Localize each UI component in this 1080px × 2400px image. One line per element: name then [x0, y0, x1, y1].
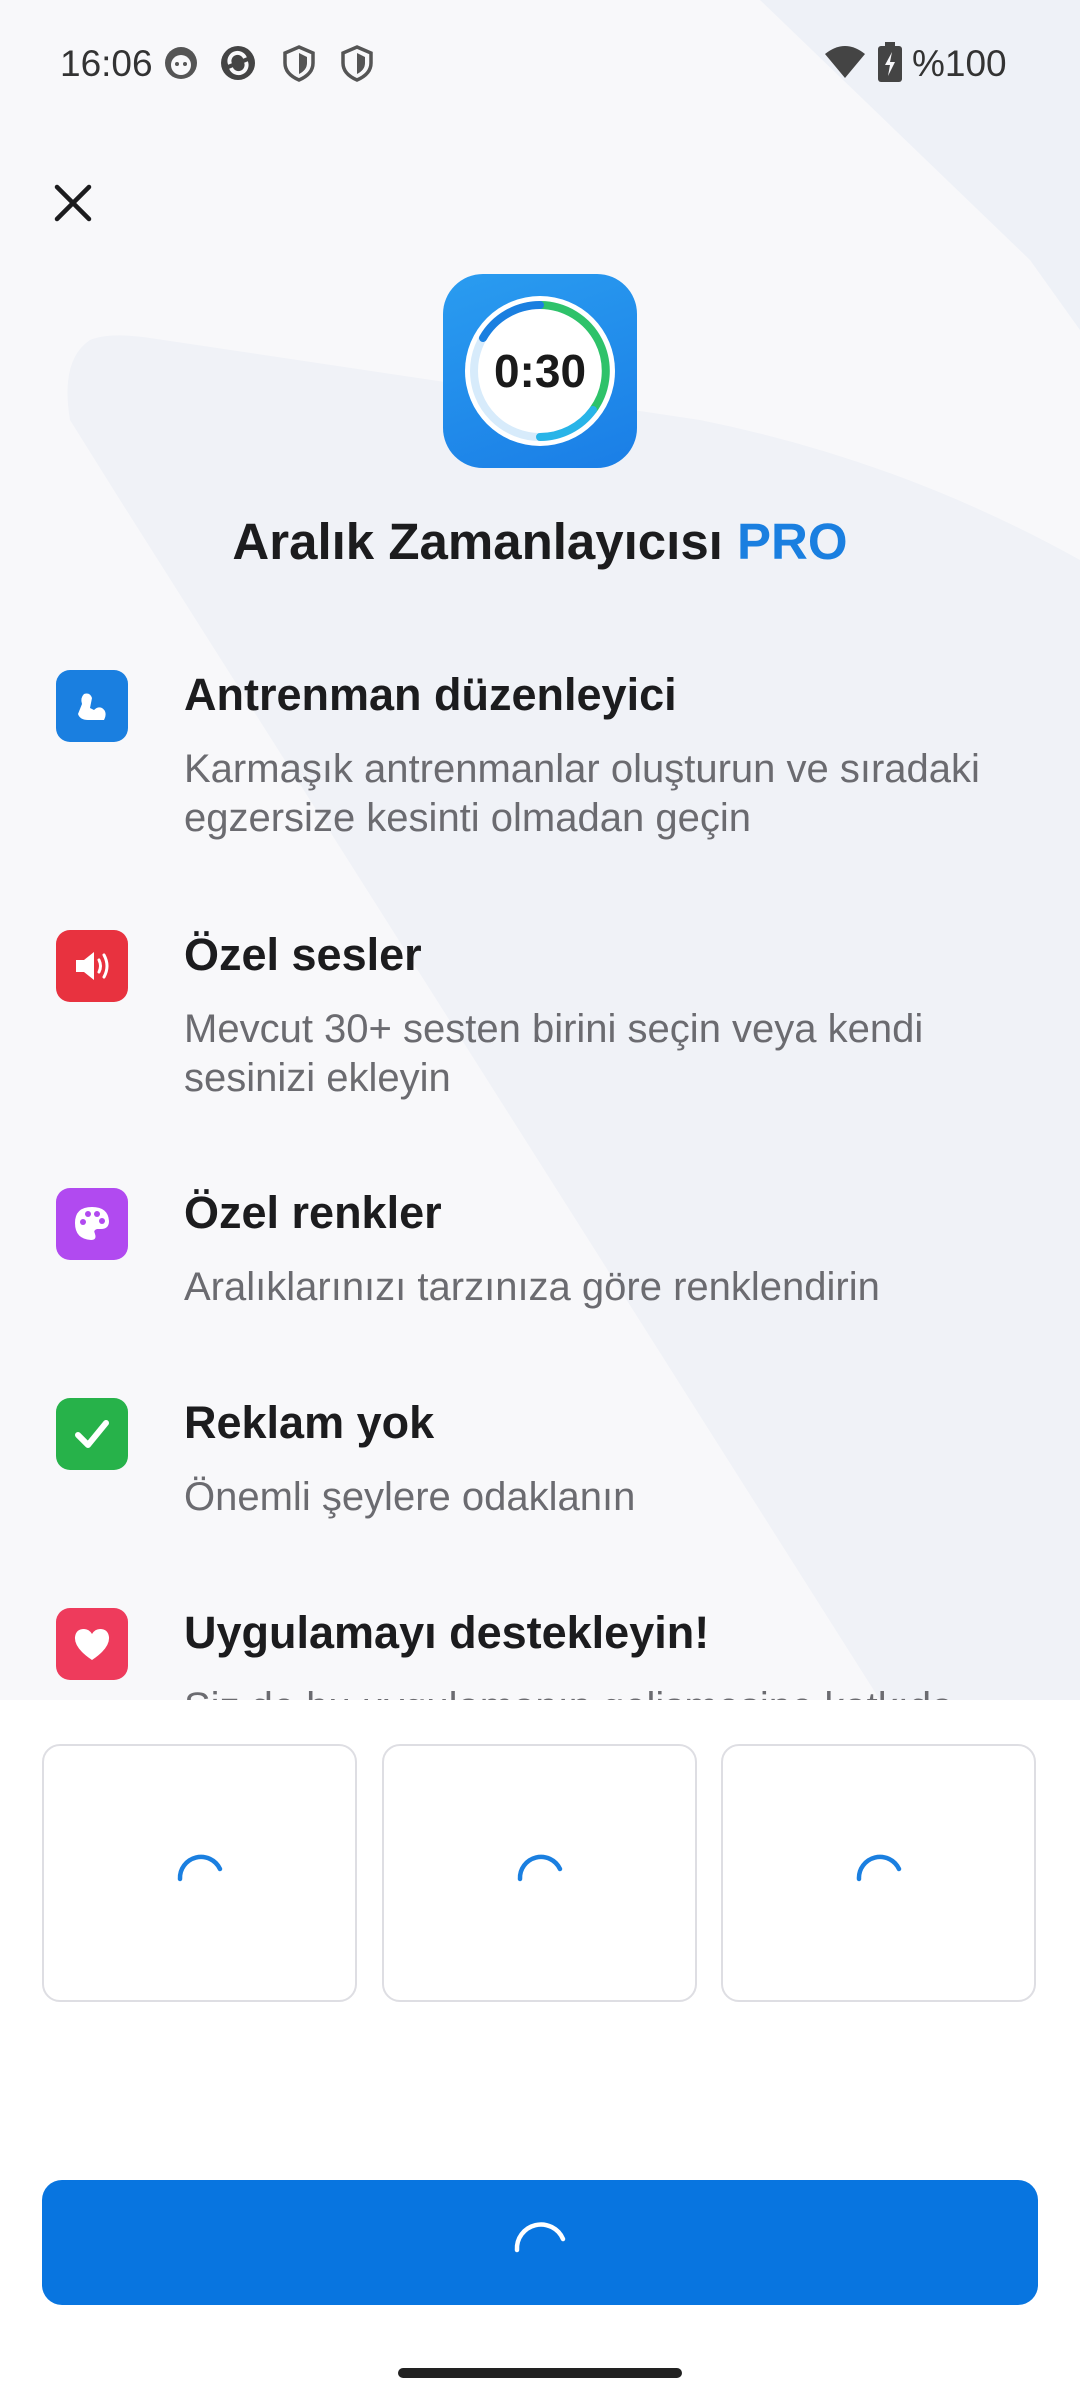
sync-app-icon: [221, 46, 255, 80]
app-logo: 0:30: [443, 274, 637, 468]
feature-description: Aralıklarınızı tarzınıza göre renklendir…: [184, 1265, 880, 1309]
checkmark-icon: [56, 1398, 128, 1470]
face-notification-icon: [165, 47, 197, 79]
status-time: 16:06: [60, 43, 153, 84]
speaker-icon: [56, 930, 128, 1002]
plan-option-card[interactable]: [721, 1744, 1036, 2002]
title-main: Aralık Zamanlayıcısı: [232, 513, 723, 570]
feature-list: Antrenman düzenleyici Karmaşık antrenman…: [0, 660, 1080, 1700]
muscle-icon: [56, 670, 128, 742]
close-icon: [54, 184, 92, 222]
heart-icon: [56, 1608, 128, 1680]
feature-description: Siz de bu uygulamanın gelişmesine katkıd…: [184, 1683, 1034, 1700]
battery-charging-icon: [878, 42, 902, 82]
palette-icon: [56, 1188, 128, 1260]
close-button[interactable]: [40, 170, 106, 236]
feature-title: Özel renkler: [184, 1187, 442, 1238]
feature-description: Mevcut 30+ sesten birini seçin veya kend…: [184, 1007, 924, 1100]
purchase-button[interactable]: [42, 2180, 1038, 2305]
feature-title: Antrenman düzenleyici: [184, 669, 677, 720]
shield-icon: [341, 45, 373, 82]
loading-spinner-icon: [856, 1854, 901, 1882]
feature-title: Uygulamayı destekleyin!: [184, 1607, 710, 1658]
title-pro: PRO: [737, 513, 848, 570]
timer-value: 0:30: [493, 345, 587, 397]
wifi-icon: [825, 46, 865, 78]
plan-option-card[interactable]: [382, 1744, 697, 2002]
feature-description: Önemli şeylere odaklanın: [184, 1475, 636, 1519]
shield-icon: [283, 45, 315, 82]
feature-title: Reklam yok: [184, 1397, 435, 1448]
battery-percentage: %100: [912, 43, 1007, 84]
status-bar: 16:06 %100: [0, 0, 1080, 128]
purchase-panel: [0, 1700, 1080, 2400]
feature-description: Karmaşık antrenmanlar oluşturun ve sırad…: [184, 747, 980, 840]
plan-option-card[interactable]: [42, 1744, 357, 2002]
loading-spinner-icon: [177, 1854, 222, 1882]
home-indicator[interactable]: [398, 2368, 682, 2378]
loading-spinner-icon: [514, 2221, 566, 2252]
feature-title: Özel sesler: [184, 929, 422, 980]
loading-spinner-icon: [517, 1854, 562, 1882]
page-title: Aralık Zamanlayıcısı PRO: [0, 512, 1080, 571]
